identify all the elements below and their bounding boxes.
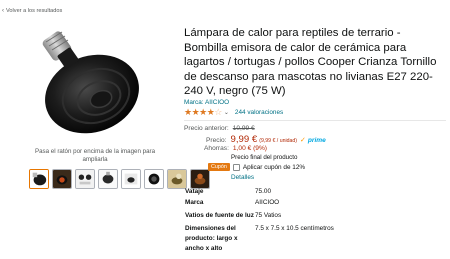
price-label: Precio:: [206, 137, 227, 144]
spec-key: Marca: [185, 199, 204, 206]
back-to-results-link[interactable]: ‹ Volver a los resultados: [2, 8, 62, 14]
thumbnail-4[interactable]: [98, 169, 118, 189]
thumbnail-1[interactable]: [29, 169, 49, 189]
specs-table: Vataje 75.00 Marca AIICIOO Vatios de fue…: [185, 187, 445, 254]
previous-price-label: Precio anterior:: [184, 125, 229, 132]
spec-row: Vataje 75.00: [185, 187, 445, 197]
star-rating-icon[interactable]: ★★★★☆: [184, 108, 222, 117]
thumbnail-6[interactable]: [144, 169, 164, 189]
spec-row: Vatios de fuente de luz 75 Vatios: [185, 210, 445, 221]
coupon-badge: Cupón: [208, 163, 230, 171]
savings-value: 1,00 € (9%): [232, 145, 268, 152]
price-value: 9,99 €: [230, 134, 258, 145]
thumbnail-5[interactable]: [121, 169, 141, 189]
spec-value: 75 Vatios: [255, 212, 282, 219]
main-product-image[interactable]: [22, 24, 152, 142]
previous-price-value: 10,99 €: [232, 125, 255, 132]
prime-badge: prime: [307, 137, 326, 144]
thumbnail-7[interactable]: [167, 169, 187, 189]
spec-row: Marca AIICIOO: [185, 197, 445, 210]
coupon-checkbox[interactable]: [232, 163, 240, 171]
thumbnail-3[interactable]: [75, 169, 95, 189]
prime-check-icon: ✓: [300, 137, 306, 144]
final-price-note: Precio final del producto: [231, 154, 298, 161]
thumbnail-2[interactable]: [52, 169, 72, 189]
chevron-down-icon[interactable]: ⌄: [224, 109, 229, 116]
rating-row: ★★★★☆ ⌄ 244 valoraciones: [184, 108, 283, 117]
chevron-left-icon: ‹: [2, 8, 4, 14]
spec-key: Dimensiones del producto: largo x ancho …: [185, 225, 238, 252]
coupon-apply-label[interactable]: Aplicar cupón de 12%: [243, 164, 305, 171]
brand-link[interactable]: Marca: AIICIOO: [184, 99, 229, 106]
spec-value: 75.00: [255, 188, 271, 195]
thumbnail-strip: [29, 169, 210, 189]
spec-value: 7.5 x 7.5 x 10.5 centímetros: [255, 225, 334, 232]
spec-row: Dimensiones del producto: largo x ancho …: [185, 221, 445, 254]
spec-key: Vatios de fuente de luz: [185, 212, 254, 219]
spec-value: AIICIOO: [255, 199, 280, 206]
divider: [184, 120, 446, 121]
savings-label: Ahorras:: [204, 145, 229, 152]
reviews-link[interactable]: 244 valoraciones: [235, 109, 283, 116]
product-title: Lámpara de calor para reptiles de terrar…: [184, 27, 437, 98]
zoom-hint: Pasa el ratón por encima de la imagen pa…: [34, 148, 156, 164]
unit-price: (9,99 € / unidad): [259, 138, 297, 144]
coupon-row: Cupón Aplicar cupón de 12%: [208, 163, 305, 171]
coupon-details-link[interactable]: Detalles: [231, 174, 254, 181]
spec-key: Vataje: [185, 188, 204, 195]
thumbnail-8[interactable]: [190, 169, 210, 189]
back-to-results-label: Volver a los resultados: [6, 8, 63, 14]
heat-lamp-image: [42, 31, 139, 134]
